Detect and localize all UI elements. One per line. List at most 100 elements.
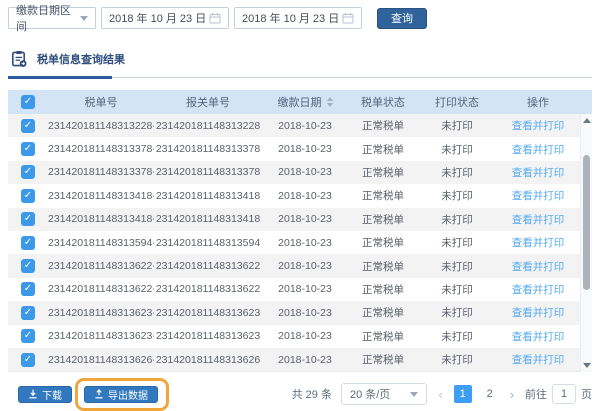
table-row: ✓ 231420181148313623-A01 231420181148313… [8,325,592,348]
cell-print-status: 未打印 [418,165,496,180]
download-button[interactable]: 下载 [18,386,72,403]
row-checkbox[interactable]: ✓ [21,189,35,203]
cell-tax-no: 231420181148313623-L02 [48,307,154,319]
cell-bill-status: 正常税单 [348,282,418,297]
checkbox-check-icon: ✓ [24,96,32,107]
view-print-link[interactable]: 查看并打印 [512,120,565,132]
view-print-link[interactable]: 查看并打印 [512,354,565,366]
table-header-row: ✓ 税单号 报关单号 缴款日期 税单状态 打印状态 操作 [8,90,592,114]
query-button[interactable]: 查询 [377,8,427,29]
cell-operation: 查看并打印 [496,235,580,250]
row-checkbox-cell: ✓ [8,306,48,320]
header-pay-date[interactable]: 缴款日期 [262,94,348,110]
cell-print-status: 未打印 [418,118,496,133]
tax-bill-result-icon [10,50,28,68]
goto-label: 前往 [525,386,547,402]
cell-decl-no: 231420181148313622 [154,283,262,295]
cell-bill-status: 正常税单 [348,259,418,274]
row-checkbox[interactable]: ✓ [21,259,35,273]
row-checkbox[interactable]: ✓ [21,119,35,133]
page-button-2[interactable]: 2 [481,385,499,403]
calendar-icon [209,12,221,24]
scroll-up-icon[interactable] [583,118,591,123]
date-from-input[interactable]: 2018 年 10 月 23 日 [101,7,229,29]
checkbox-check-icon: ✓ [24,237,32,248]
cell-pay-date: 2018-10-23 [262,143,348,155]
date-to-value: 2018 年 10 月 23 日 [242,10,339,26]
row-checkbox[interactable]: ✓ [21,212,35,226]
cell-print-status: 未打印 [418,212,496,227]
cell-decl-no: 231420181148313623 [154,307,262,319]
cell-operation: 查看并打印 [496,259,580,274]
cell-tax-no: 231420181148313622-A01 [48,283,154,295]
export-data-button-label: 导出数据 [108,387,148,402]
table-row: ✓ 231420181148313228-L01 231420181148313… [8,114,592,137]
query-button-label: 查询 [391,10,413,26]
filter-bar: 缴款日期区间 2018 年 10 月 23 日 2018 年 10 月 23 日… [0,0,600,29]
cell-operation: 查看并打印 [496,329,580,344]
row-checkbox[interactable]: ✓ [21,142,35,156]
view-print-link[interactable]: 查看并打印 [512,237,565,249]
scrollbar-thumb[interactable] [583,155,590,290]
scroll-down-icon[interactable] [583,363,591,368]
view-print-link[interactable]: 查看并打印 [512,190,565,202]
calendar-icon [342,12,354,24]
date-type-select[interactable]: 缴款日期区间 [8,7,96,29]
row-checkbox[interactable]: ✓ [21,306,35,320]
cell-tax-no: 231420181148313623-A01 [48,330,154,342]
checkbox-check-icon: ✓ [24,190,32,201]
cell-tax-no: 231420181148313228-L01 [48,120,154,132]
cell-decl-no: 231420181148313622 [154,260,262,272]
sort-icon[interactable] [327,97,333,107]
cell-pay-date: 2018-10-23 [262,354,348,366]
cell-decl-no: 231420181148313626 [154,354,262,366]
cell-print-status: 未打印 [418,329,496,344]
view-print-link[interactable]: 查看并打印 [512,167,565,179]
vertical-scrollbar[interactable] [580,114,592,372]
cell-operation: 查看并打印 [496,305,580,320]
view-print-link[interactable]: 查看并打印 [512,307,565,319]
checkbox-check-icon: ✓ [24,283,32,294]
cell-decl-no: 231420181148313378 [154,143,262,155]
cell-operation: 查看并打印 [496,188,580,203]
view-print-link[interactable]: 查看并打印 [512,284,565,296]
results-table: ✓ 税单号 报关单号 缴款日期 税单状态 打印状态 操作 ✓ 231420181… [8,90,592,372]
goto-page: 前往 页 [525,384,592,404]
cell-print-status: 未打印 [418,235,496,250]
row-checkbox[interactable]: ✓ [21,329,35,343]
cell-operation: 查看并打印 [496,118,580,133]
chevron-down-icon [410,392,418,397]
tab-tax-bill-results[interactable]: 税单信息查询结果 [37,51,125,67]
row-checkbox[interactable]: ✓ [21,353,35,367]
checkbox-check-icon: ✓ [24,260,32,271]
view-print-link[interactable]: 查看并打印 [512,331,565,343]
goto-unit-label: 页 [581,386,592,402]
checkbox-check-icon: ✓ [24,354,32,365]
header-tax-no: 税单号 [48,94,154,110]
export-icon [94,389,104,399]
row-checkbox[interactable]: ✓ [21,282,35,296]
row-checkbox[interactable]: ✓ [21,165,35,179]
cell-bill-status: 正常税单 [348,352,418,367]
next-page-button[interactable]: › [508,387,516,402]
sort-desc-icon [327,103,333,107]
page-size-select[interactable]: 20 条/页 [341,383,427,405]
export-data-button[interactable]: 导出数据 [84,386,158,403]
date-to-input[interactable]: 2018 年 10 月 23 日 [234,7,362,29]
view-print-link[interactable]: 查看并打印 [512,261,565,273]
select-all-checkbox[interactable]: ✓ [21,95,35,109]
row-checkbox-cell: ✓ [8,142,48,156]
footer-bar: 下载 导出数据 共 29 条 20 条/页 ‹ 1 2 › 前往 页 [10,383,592,405]
page-button-1[interactable]: 1 [454,385,472,403]
cell-operation: 查看并打印 [496,165,580,180]
row-checkbox[interactable]: ✓ [21,236,35,250]
table-row: ✓ 231420181148313378-A01 231420181148313… [8,161,592,184]
view-print-link[interactable]: 查看并打印 [512,144,565,156]
row-checkbox-cell: ✓ [8,165,48,179]
row-checkbox-cell: ✓ [8,189,48,203]
row-checkbox-cell: ✓ [8,236,48,250]
checkbox-check-icon: ✓ [24,166,32,177]
goto-page-input[interactable] [552,384,576,404]
view-print-link[interactable]: 查看并打印 [512,214,565,226]
prev-page-button[interactable]: ‹ [436,387,444,402]
